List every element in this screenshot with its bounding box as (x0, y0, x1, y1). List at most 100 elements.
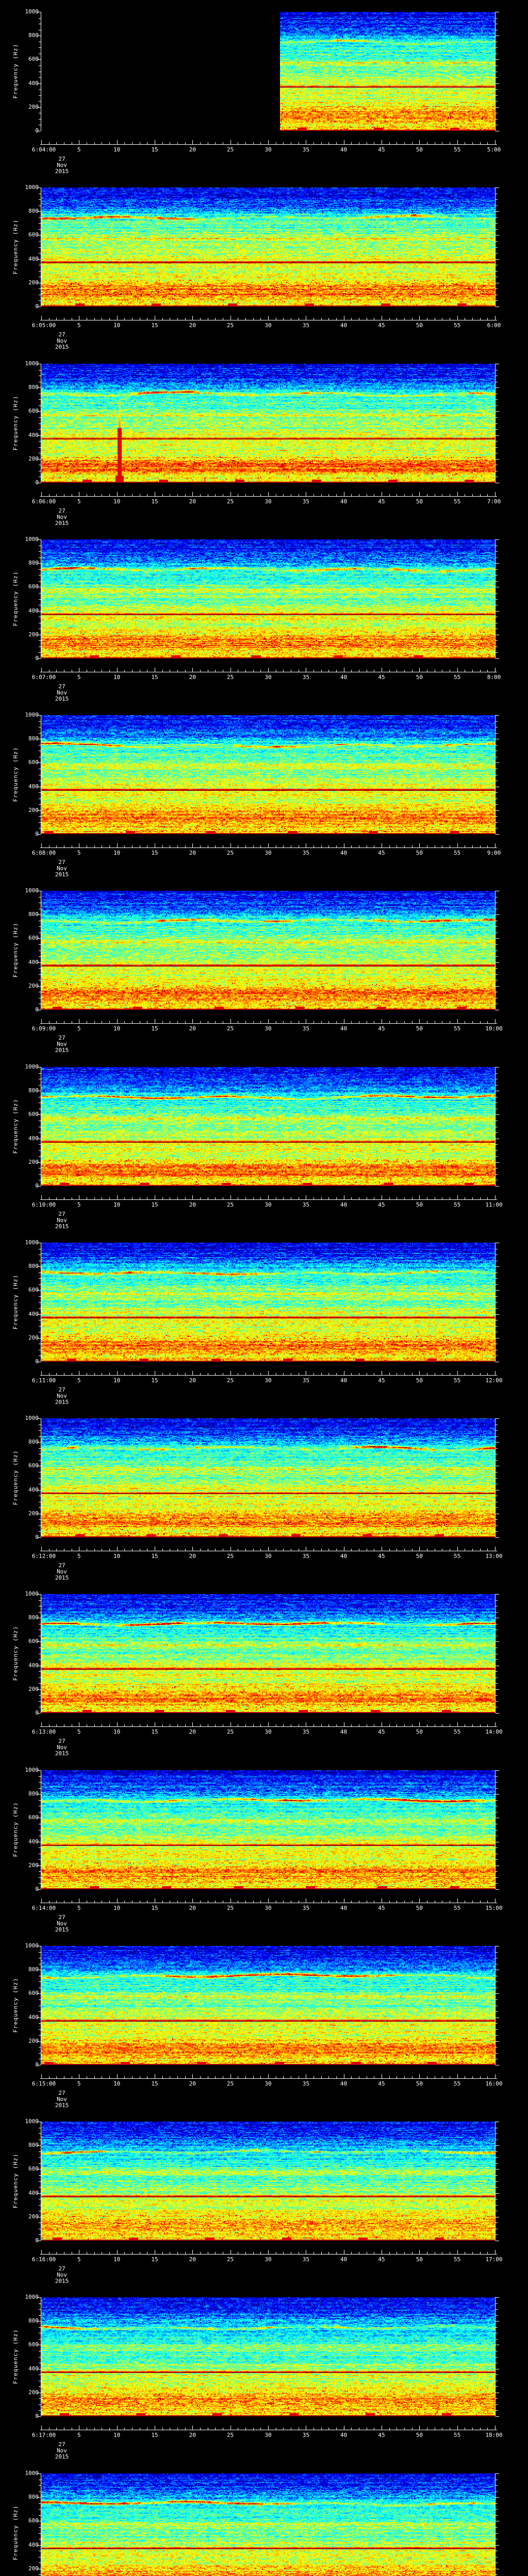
x-tick-label: 35 (303, 1026, 309, 1032)
x-axis-start-time: 6:04:00 (32, 147, 56, 153)
y-tick-label: 1000 (0, 712, 39, 718)
x-axis-end-time: 6:00 (487, 323, 501, 329)
y-tick-label: 800 (0, 2142, 39, 2148)
y-tick-label: 200 (0, 2038, 39, 2044)
x-tick-label: 20 (189, 2257, 196, 2263)
x-axis-start-time: 6:15:00 (32, 2081, 56, 2087)
y-tick-label: 200 (0, 2389, 39, 2396)
spectrogram-panel: Frequency (Hz) 02004006008001000 5101520… (0, 1758, 528, 1934)
y-tick-label: 200 (0, 456, 39, 462)
x-axis-date-line: 2015 (55, 1575, 69, 1581)
x-tick-label: 45 (378, 1553, 385, 1560)
y-tick-label: 0 (0, 1007, 39, 1013)
x-tick-label: 45 (378, 499, 385, 505)
x-tick-label: 15 (151, 323, 158, 329)
spectrogram-panel: Frequency (Hz) 02004006008001000 5101520… (0, 2110, 528, 2285)
x-tick-label: 5 (77, 147, 81, 153)
y-tick-label: 400 (0, 2366, 39, 2372)
y-tick-label: 800 (0, 1791, 39, 1797)
x-tick-label: 10 (113, 2257, 120, 2263)
x-axis-end-time: 12:00 (485, 1378, 502, 1384)
x-tick-label: 55 (454, 323, 460, 329)
y-tick-label: 0 (0, 1534, 39, 1540)
x-tick-label: 25 (227, 674, 234, 681)
x-tick-label: 25 (227, 1378, 234, 1384)
x-axis-date-line: 2015 (55, 872, 69, 878)
x-axis-end-time: 10:00 (485, 1026, 502, 1032)
x-axis-date-line: 2015 (55, 2103, 69, 2109)
x-tick-label: 30 (265, 2257, 271, 2263)
x-tick-label: 10 (113, 1026, 120, 1032)
spectrogram-panel: Frequency (Hz) 02004006008001000 5101520… (0, 2285, 528, 2461)
y-tick-label: 800 (0, 2318, 39, 2324)
x-axis-end-time: 11:00 (485, 1202, 502, 1208)
x-tick-label: 55 (454, 1202, 460, 1208)
y-tick-label: 600 (0, 1815, 39, 1821)
x-tick-label: 25 (227, 499, 234, 505)
x-axis-start-time: 6:10:00 (32, 1202, 56, 1208)
x-tick-label: 40 (340, 499, 347, 505)
y-tick-label: 0 (0, 831, 39, 837)
y-tick-label: 1000 (0, 2294, 39, 2300)
y-axis-title: Frequency (Hz) (12, 1802, 19, 1857)
x-tick-label: 20 (189, 850, 196, 856)
x-tick-label: 50 (416, 499, 423, 505)
x-tick-label: 50 (416, 2432, 423, 2438)
x-axis-date-line: 2015 (55, 1927, 69, 1933)
y-tick-label: 0 (0, 303, 39, 310)
y-tick-label: 400 (0, 1487, 39, 1493)
y-tick-label: 400 (0, 608, 39, 614)
x-tick-label: 25 (227, 1553, 234, 1560)
x-tick-label: 50 (416, 1905, 423, 1911)
x-tick-label: 40 (340, 1553, 347, 1560)
y-tick-label: 600 (0, 1463, 39, 1469)
y-axis-title: Frequency (Hz) (12, 1275, 19, 1330)
y-tick-label: 800 (0, 32, 39, 39)
y-tick-label: 200 (0, 807, 39, 814)
x-tick-label: 45 (378, 147, 385, 153)
x-tick-label: 25 (227, 1202, 234, 1208)
x-tick-label: 15 (151, 147, 158, 153)
x-tick-label: 40 (340, 674, 347, 681)
spectrogram-page: { "page": { "background": "#000000", "te… (0, 0, 528, 2576)
y-tick-label: 0 (0, 1886, 39, 1892)
x-tick-label: 45 (378, 323, 385, 329)
x-tick-label: 55 (454, 1553, 460, 1560)
y-tick-label: 1000 (0, 536, 39, 543)
x-tick-label: 5 (77, 2081, 81, 2087)
y-axis-title: Frequency (Hz) (12, 219, 19, 275)
x-tick-label: 5 (77, 1378, 81, 1384)
y-tick-label: 1000 (0, 2119, 39, 2125)
y-tick-label: 200 (0, 1862, 39, 1869)
y-axis-title: Frequency (Hz) (12, 923, 19, 978)
x-tick-label: 30 (265, 674, 271, 681)
x-tick-label: 30 (265, 1729, 271, 1735)
spectrogram-panel: Frequency (Hz) 02004006008001000 5101520… (0, 1934, 528, 2110)
x-tick-label: 35 (303, 674, 309, 681)
x-tick-label: 15 (151, 1026, 158, 1032)
x-tick-label: 30 (265, 2081, 271, 2087)
x-tick-label: 35 (303, 323, 309, 329)
x-tick-label: 15 (151, 1378, 158, 1384)
x-tick-label: 25 (227, 2081, 234, 2087)
x-axis-date-line: 2015 (55, 1751, 69, 1757)
x-tick-label: 20 (189, 2432, 196, 2438)
x-axis-start-time: 6:16:00 (32, 2257, 56, 2263)
x-axis-date-line: 2015 (55, 2454, 69, 2460)
x-tick-label: 15 (151, 1553, 158, 1560)
spectrogram-panel: Frequency (Hz) 02004006008001000 5101520… (0, 703, 528, 879)
y-tick-label: 800 (0, 560, 39, 566)
x-tick-label: 10 (113, 2432, 120, 2438)
x-axis-end-time: 7:00 (487, 499, 501, 505)
x-tick-label: 55 (454, 1026, 460, 1032)
x-tick-label: 25 (227, 2257, 234, 2263)
x-tick-label: 45 (378, 1026, 385, 1032)
y-tick-label: 800 (0, 1615, 39, 1621)
x-tick-label: 20 (189, 1553, 196, 1560)
x-tick-label: 50 (416, 850, 423, 856)
x-tick-label: 5 (77, 323, 81, 329)
y-tick-label: 400 (0, 256, 39, 262)
x-tick-label: 30 (265, 2432, 271, 2438)
x-axis-end-time: 13:00 (485, 1553, 502, 1560)
x-axis-start-time: 6:17:00 (32, 2432, 56, 2438)
